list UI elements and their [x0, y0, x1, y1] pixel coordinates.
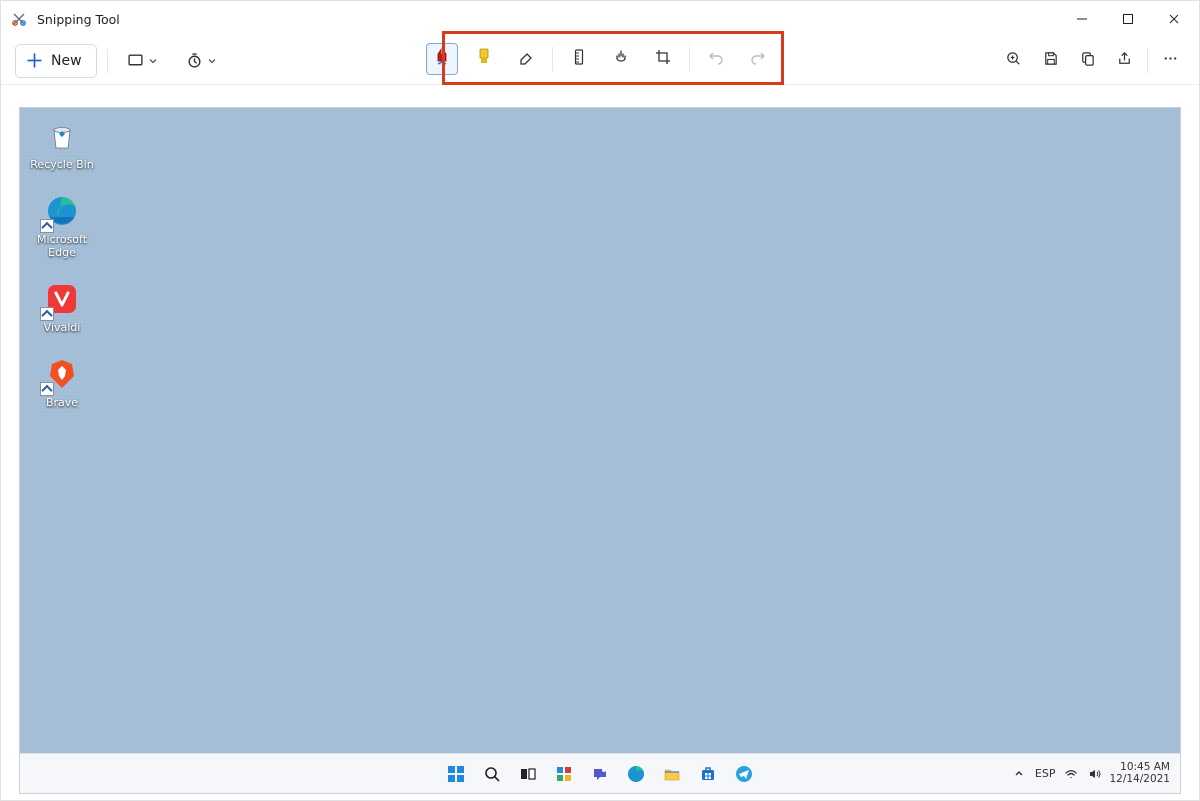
more-icon [1162, 50, 1179, 71]
desktop-icon-microsoft-edge[interactable]: Microsoft Edge [30, 191, 94, 259]
ruler-tool-button[interactable] [563, 43, 595, 75]
window-title: Snipping Tool [37, 12, 120, 27]
taskbar-chat-button[interactable] [587, 761, 613, 787]
redo-button[interactable] [742, 43, 774, 75]
touch-icon [612, 48, 630, 70]
taskbar-start-button[interactable] [443, 761, 469, 787]
right-tools-group [999, 44, 1185, 78]
separator [107, 49, 108, 73]
save-button[interactable] [1036, 44, 1065, 78]
highlighter-icon [475, 47, 493, 71]
taskbar-right: ESP 10:45 AM 12/14/2021 [1012, 754, 1170, 793]
more-button[interactable] [1156, 44, 1185, 78]
share-button[interactable] [1110, 44, 1139, 78]
app-window: Snipping Tool New [0, 0, 1200, 801]
icon-label: Brave [46, 396, 78, 409]
separator [689, 47, 690, 71]
new-snip-button[interactable]: New [15, 44, 97, 78]
icon-label: Recycle Bin [30, 158, 93, 171]
app-icon [11, 11, 27, 27]
copy-button[interactable] [1073, 44, 1102, 78]
icon-label: Microsoft Edge [30, 233, 94, 259]
tray-wifi-icon[interactable] [1063, 766, 1078, 781]
tray-chevron-icon[interactable] [1012, 766, 1027, 781]
shortcut-overlay-icon [40, 307, 54, 321]
redo-icon [749, 48, 767, 70]
title-bar: Snipping Tool [1, 1, 1199, 37]
icon-label: Vivaldi [44, 321, 81, 334]
captured-screenshot[interactable]: Recycle Bin Microsoft Edge Vivaldi Brave [19, 107, 1181, 794]
share-icon [1116, 50, 1133, 71]
minimize-button[interactable] [1059, 3, 1105, 35]
maximize-button[interactable] [1105, 3, 1151, 35]
edit-tools-group [422, 43, 778, 75]
canvas-area: Recycle Bin Microsoft Edge Vivaldi Brave [1, 85, 1199, 800]
pen-icon [433, 46, 451, 72]
desktop-icons-column: Recycle Bin Microsoft Edge Vivaldi Brave [30, 116, 94, 409]
pen-tool-button[interactable] [426, 43, 458, 75]
toolbar: New [1, 37, 1199, 85]
undo-icon [707, 48, 725, 70]
tray-language[interactable]: ESP [1035, 767, 1056, 780]
snip-mode-dropdown[interactable] [118, 44, 167, 78]
taskbar-search-button[interactable] [479, 761, 505, 787]
crop-icon [654, 48, 672, 70]
tray-time: 10:45 AM [1109, 762, 1170, 774]
tray-clock[interactable]: 10:45 AM 12/14/2021 [1109, 762, 1170, 785]
taskbar: ESP 10:45 AM 12/14/2021 [20, 753, 1180, 793]
undo-button[interactable] [700, 43, 732, 75]
zoom-button[interactable] [999, 44, 1028, 78]
tray-volume-icon[interactable] [1086, 766, 1101, 781]
desktop-icon-vivaldi[interactable]: Vivaldi [30, 279, 94, 334]
copy-icon [1079, 50, 1096, 71]
shortcut-overlay-icon [40, 382, 54, 396]
save-icon [1042, 50, 1059, 71]
taskbar-widgets-button[interactable] [551, 761, 577, 787]
taskbar-store-button[interactable] [695, 761, 721, 787]
shortcut-overlay-icon [40, 219, 54, 233]
desktop-icon-brave[interactable]: Brave [30, 354, 94, 409]
new-snip-label: New [51, 53, 82, 69]
zoom-icon [1005, 50, 1022, 71]
delay-dropdown[interactable] [177, 44, 226, 78]
touch-writing-button[interactable] [605, 43, 637, 75]
separator [552, 47, 553, 71]
close-button[interactable] [1151, 3, 1197, 35]
highlighter-tool-button[interactable] [468, 43, 500, 75]
crop-tool-button[interactable] [647, 43, 679, 75]
desktop-wallpaper [20, 108, 1180, 793]
taskbar-telegram-button[interactable] [731, 761, 757, 787]
ruler-icon [570, 48, 588, 70]
taskbar-edge-button[interactable] [623, 761, 649, 787]
desktop-icon-recycle-bin[interactable]: Recycle Bin [30, 116, 94, 171]
taskbar-center [443, 761, 757, 787]
separator [1147, 49, 1148, 73]
eraser-tool-button[interactable] [510, 43, 542, 75]
taskbar-task-view-button[interactable] [515, 761, 541, 787]
tray-date: 12/14/2021 [1109, 774, 1170, 786]
eraser-icon [517, 48, 535, 70]
taskbar-explorer-button[interactable] [659, 761, 685, 787]
